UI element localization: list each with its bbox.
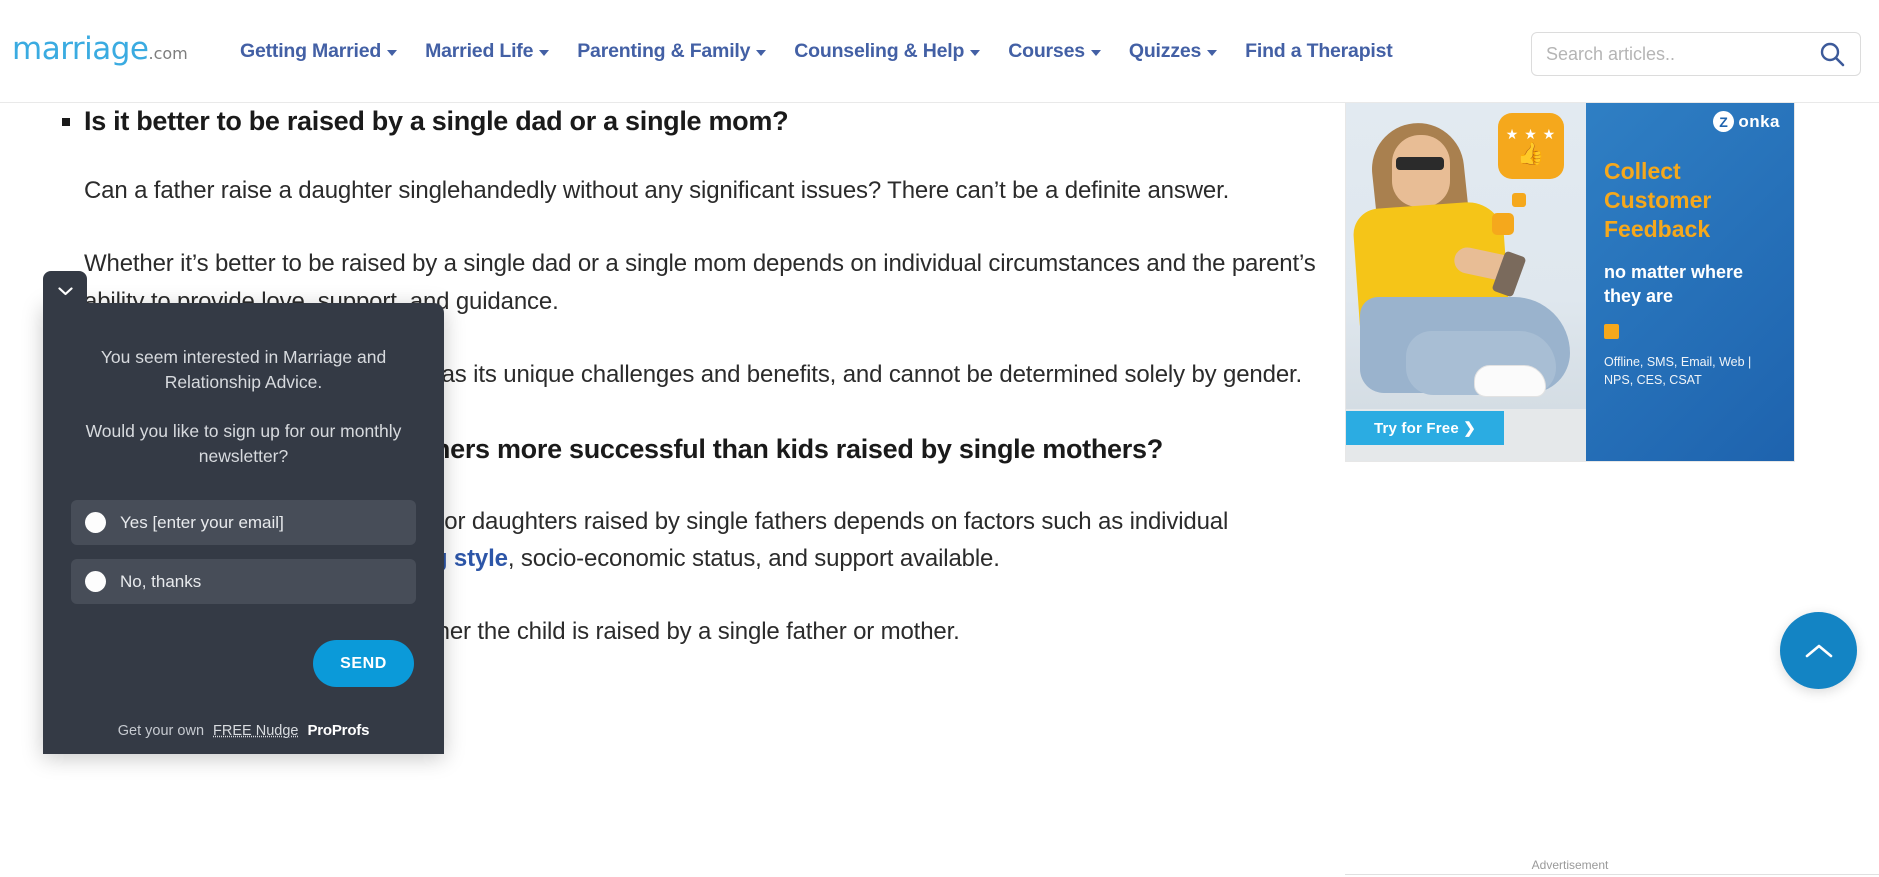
zonka-logo-mark: Z bbox=[1713, 111, 1735, 132]
nav-item-parenting-family[interactable]: Parenting & Family bbox=[577, 39, 767, 63]
nav-item-getting-married[interactable]: Getting Married bbox=[240, 39, 398, 63]
nav-label: Find a Therapist bbox=[1245, 39, 1393, 62]
nav-item-married-life[interactable]: Married Life bbox=[425, 39, 550, 63]
nav-item-counseling-help[interactable]: Counseling & Help bbox=[794, 39, 981, 63]
nudge-footer-prefix: Get your own bbox=[117, 722, 205, 739]
chevron-down-icon bbox=[57, 286, 73, 295]
radio-button-icon[interactable] bbox=[85, 571, 106, 593]
ad-decor-dot bbox=[1604, 324, 1619, 340]
free-nudge-link[interactable]: FREE Nudge bbox=[213, 723, 298, 739]
advertisement-slot: ★ ★ ★ 👍 Try for Free ❯ Z onka Collect Cu… bbox=[1345, 100, 1795, 462]
article-paragraph-1: Can a father raise a daughter singlehand… bbox=[84, 177, 1230, 205]
rating-badge: ★ ★ ★ 👍 bbox=[1498, 113, 1564, 179]
advertisement-divider bbox=[1345, 874, 1879, 875]
chevron-down-icon bbox=[756, 50, 767, 56]
nudge-footer: Get your own FREE Nudge ProProfs bbox=[43, 707, 444, 754]
scroll-to-top-button[interactable] bbox=[1780, 612, 1857, 689]
nudge-collapse-button[interactable] bbox=[43, 271, 87, 311]
newsletter-nudge-popup: You seem interested in Marriage and Rela… bbox=[43, 271, 444, 755]
nav-label: Getting Married bbox=[240, 39, 382, 62]
nav-label: Quizzes bbox=[1128, 39, 1202, 62]
nav-item-courses[interactable]: Courses bbox=[1008, 40, 1101, 63]
site-header: marriage .com Getting Married Married Lif… bbox=[0, 0, 1879, 103]
logo-wordmark: marriage bbox=[12, 31, 149, 67]
nudge-actions: SEND bbox=[43, 618, 444, 688]
nav-item-quizzes[interactable]: Quizzes bbox=[1128, 39, 1218, 63]
thumbs-up-icon: 👍 bbox=[1517, 141, 1545, 166]
main-navigation: Getting Married Married Life Parenting &… bbox=[240, 40, 1393, 63]
ad-decor-square-small bbox=[1512, 193, 1526, 207]
nudge-option-label: Yes [enter your email] bbox=[120, 512, 284, 532]
search-input[interactable] bbox=[1546, 43, 1818, 65]
zonka-logo: Z onka bbox=[1713, 111, 1780, 132]
article-subheading-1: Is it better to be raised by a single da… bbox=[62, 103, 1264, 139]
paragraph-text-after-link: , socio-economic status, and support ava… bbox=[507, 545, 1000, 573]
nudge-options-list: Yes [enter your email] No, thanks bbox=[71, 500, 416, 605]
stars-icon: ★ ★ ★ bbox=[1505, 126, 1557, 142]
search-box[interactable] bbox=[1531, 32, 1861, 76]
advertisement-label: Advertisement bbox=[1531, 858, 1609, 872]
chevron-up-icon bbox=[1805, 644, 1832, 657]
nudge-option-label: No, thanks bbox=[120, 571, 202, 591]
radio-button-icon[interactable] bbox=[85, 512, 106, 534]
nav-label: Married Life bbox=[425, 39, 534, 62]
chevron-down-icon bbox=[1207, 50, 1218, 56]
nudge-message-primary: You seem interested in Marriage and Rela… bbox=[100, 347, 387, 392]
logo-tld: .com bbox=[148, 44, 188, 63]
ad-headline: Collect Customer Feedback bbox=[1604, 158, 1712, 242]
ad-footnote: Offline, SMS, Email, Web | NPS, CES, CSA… bbox=[1604, 355, 1752, 388]
proprofs-brand[interactable]: ProProfs bbox=[307, 722, 369, 739]
site-logo[interactable]: marriage .com bbox=[12, 31, 188, 68]
ad-try-for-free-button[interactable]: Try for Free ❯ bbox=[1346, 411, 1504, 445]
search-icon[interactable] bbox=[1818, 40, 1846, 68]
ad-decor-square-large bbox=[1492, 213, 1514, 235]
nudge-option-no[interactable]: No, thanks bbox=[71, 559, 416, 605]
nav-label: Counseling & Help bbox=[794, 39, 965, 62]
nav-label: Parenting & Family bbox=[577, 39, 751, 62]
nudge-message-secondary: Would you like to sign up for our monthl… bbox=[85, 420, 402, 466]
ad-copy-panel: Z onka Collect Customer Feedback no matt… bbox=[1586, 101, 1794, 461]
chevron-down-icon bbox=[970, 50, 981, 56]
ad-person-face bbox=[1392, 135, 1450, 207]
nudge-option-yes[interactable]: Yes [enter your email] bbox=[71, 500, 416, 546]
zonka-ad-banner[interactable]: ★ ★ ★ 👍 Try for Free ❯ Z onka Collect Cu… bbox=[1345, 100, 1795, 462]
send-button[interactable]: SEND bbox=[313, 640, 414, 688]
ad-person-shoe bbox=[1474, 365, 1546, 397]
nav-item-find-a-therapist[interactable]: Find a Therapist bbox=[1245, 39, 1393, 63]
nav-label: Courses bbox=[1008, 39, 1085, 62]
chevron-down-icon bbox=[539, 50, 550, 56]
ad-photo: ★ ★ ★ 👍 Try for Free ❯ bbox=[1346, 101, 1586, 461]
nudge-body: You seem interested in Marriage and Rela… bbox=[43, 303, 444, 605]
chevron-down-icon bbox=[1090, 50, 1101, 56]
sunglasses-icon bbox=[1396, 157, 1444, 170]
chevron-down-icon bbox=[387, 50, 398, 56]
ad-subheadline: no matter where they are bbox=[1604, 262, 1744, 306]
zonka-logo-text: onka bbox=[1738, 111, 1780, 131]
